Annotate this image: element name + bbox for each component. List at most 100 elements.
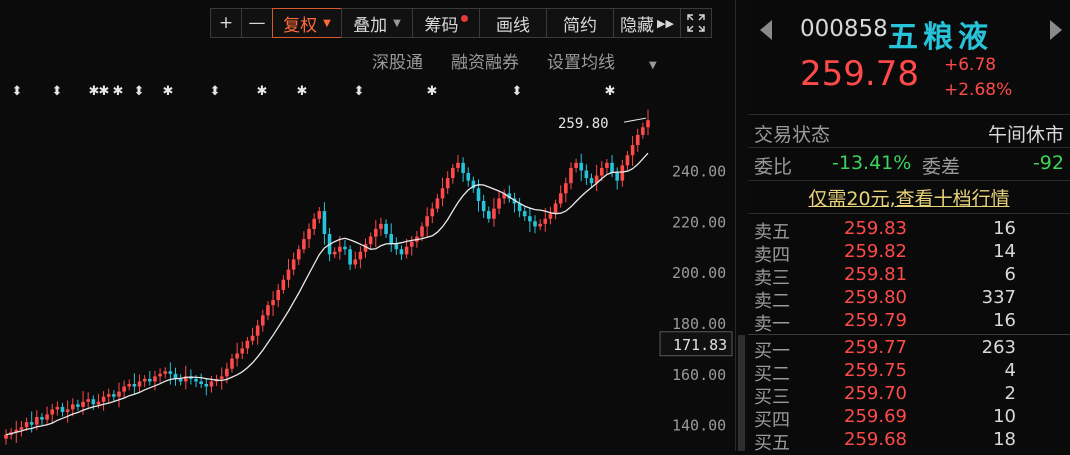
candle-body [646, 120, 650, 128]
event-marker-icon: ✱ [163, 84, 174, 99]
scrollbar-thumb[interactable] [738, 335, 745, 451]
candle-body [266, 305, 270, 316]
candle-body [522, 211, 527, 217]
divider [748, 213, 1070, 214]
status-label: 交易状态 [754, 124, 831, 146]
ask-price: 259.82 [844, 241, 907, 262]
ask-volume: 337 [981, 287, 1016, 308]
candle-body [230, 358, 234, 369]
candle-body [117, 391, 121, 397]
candle-body [584, 170, 589, 179]
bid-row[interactable]: 买五 259.68 18 [754, 429, 1064, 454]
prev-stock-icon[interactable] [760, 20, 772, 40]
candle-body [4, 434, 8, 439]
bid-volume: 10 [993, 406, 1016, 427]
bid-price: 259.69 [844, 406, 907, 427]
ask-row[interactable]: 卖一 259.79 16 [754, 310, 1064, 335]
candle-body [101, 396, 106, 402]
divider [748, 180, 1070, 181]
bid-price: 259.70 [844, 383, 907, 404]
candle-body [533, 221, 537, 227]
candle-body [409, 241, 414, 247]
candle-body [81, 401, 85, 407]
next-stock-icon[interactable] [1050, 20, 1062, 40]
candle-body [425, 216, 429, 227]
candle-body [106, 394, 111, 397]
rongzi-link[interactable]: 融资融券 [451, 48, 519, 73]
candle-body [399, 249, 404, 255]
bid-price: 259.68 [844, 429, 907, 450]
chouma-button[interactable]: 筹码 [412, 8, 480, 38]
ask-row[interactable]: 卖二 259.80 337 [754, 287, 1064, 312]
candle-body [91, 399, 96, 405]
expand-button[interactable] [680, 8, 712, 38]
chevron-down-icon: ▼ [393, 17, 401, 29]
candle-body [358, 251, 363, 260]
candle-body [625, 155, 630, 166]
event-marker-icon: ⬍ [52, 84, 63, 99]
bid-price: 259.77 [844, 337, 907, 358]
bid-row[interactable]: 买二 259.75 4 [754, 360, 1064, 385]
candle-body [569, 167, 573, 184]
candle-body [86, 399, 90, 402]
huaxian-button[interactable]: 画线 [479, 8, 547, 38]
ask-row[interactable]: 卖四 259.82 14 [754, 241, 1064, 266]
candle-body [29, 422, 34, 425]
ask-volume: 6 [1004, 264, 1016, 285]
event-marker-icon: ✱ [99, 84, 110, 99]
ask-row[interactable]: 卖五 259.83 16 [754, 218, 1064, 243]
candle-body [599, 167, 604, 176]
stock-code: 000858 [800, 16, 888, 42]
candle-body [219, 376, 224, 379]
candle-body [153, 376, 157, 382]
y-tick-label: 220.00 [672, 213, 726, 231]
diejia-dropdown[interactable]: 叠加 ▼ [341, 8, 413, 38]
bid-row[interactable]: 买四 259.69 10 [754, 406, 1064, 431]
bid-label: 买五 [754, 433, 790, 454]
y-tick-label: 140.00 [672, 417, 726, 435]
candle-body [50, 409, 55, 415]
chevron-down-icon: ▼ [649, 60, 657, 71]
event-marker-icon: ✱ [427, 84, 438, 99]
shengutong-link[interactable]: 深股通 [372, 48, 423, 73]
candle-body [538, 223, 542, 227]
moving-average-line [5, 152, 649, 436]
candle-body [430, 208, 435, 217]
ask-price: 259.80 [844, 287, 907, 308]
candle-body [168, 371, 173, 374]
junxian-dropdown[interactable]: 设置均线 ▼ [547, 48, 685, 73]
crosshair-price-label: 171.83 [673, 336, 727, 354]
fuquan-dropdown[interactable]: 复权 ▼ [272, 8, 342, 38]
candle-body [481, 200, 486, 212]
divider [748, 147, 1070, 148]
event-marker-icon: ⬍ [12, 84, 23, 99]
candle-body [112, 394, 116, 397]
jianyue-button[interactable]: 简约 [546, 8, 614, 38]
yincang-button[interactable]: 隐藏 ▶▶ [613, 8, 681, 38]
candle-body [492, 208, 496, 219]
status-value: 午间休市 [987, 124, 1064, 146]
bid-row[interactable]: 买一 259.77 263 [754, 337, 1064, 362]
candle-body [65, 409, 70, 412]
candle-body [35, 417, 39, 425]
candle-body [574, 162, 578, 168]
candle-body [96, 401, 101, 405]
candle-body [209, 381, 214, 387]
candle-body [389, 234, 393, 245]
ask-row[interactable]: 卖三 259.81 6 [754, 264, 1064, 289]
candle-body [579, 162, 584, 171]
candle-body [589, 178, 594, 184]
bid-row[interactable]: 买三 259.70 2 [754, 383, 1064, 408]
candle-body [404, 246, 409, 255]
candle-body [240, 348, 245, 354]
upgrade-promo-link[interactable]: 仅需20元,查看十档行情 [748, 184, 1070, 211]
price-change-pct: +2.68% [944, 80, 1013, 100]
kline-chart-pane[interactable]: 240.00 220.00 200.00 180.00 160.00 140.00 ⬍ ⬍ ✱ ✱… [0, 0, 735, 451]
vertical-scrollbar[interactable] [735, 0, 748, 451]
zoom-out-button[interactable]: — [241, 8, 273, 38]
candle-body [122, 386, 126, 392]
candle-body [296, 249, 301, 260]
notification-dot-icon [460, 14, 468, 22]
zoom-in-button[interactable]: + [210, 8, 242, 38]
candle-body [528, 216, 532, 222]
